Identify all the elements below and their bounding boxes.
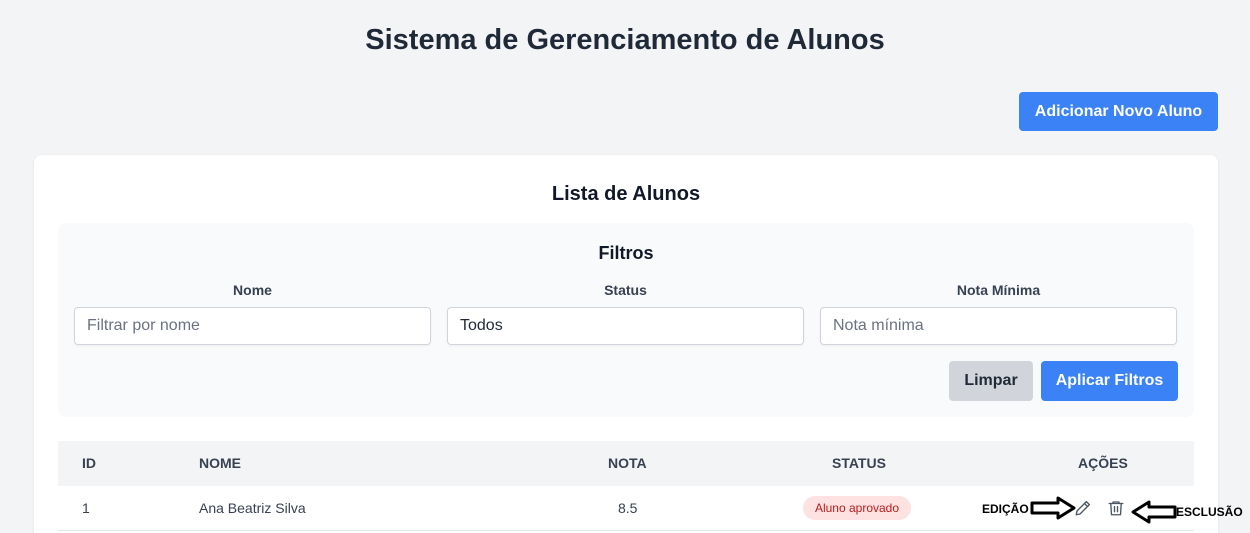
name-filter-label: Nome xyxy=(233,282,272,298)
column-header-id: ID xyxy=(82,455,96,471)
grade-filter-label: Nota Mínima xyxy=(956,282,1041,298)
cell-name: Ana Beatriz Silva xyxy=(199,500,306,516)
page-title: Sistema de Gerenciamento de Alunos xyxy=(365,24,885,56)
filters-title: Filtros xyxy=(598,243,654,263)
apply-filters-button[interactable]: Aplicar Filtros xyxy=(1041,361,1178,401)
trash-icon[interactable] xyxy=(1106,498,1126,518)
clear-filters-button[interactable]: Limpar xyxy=(949,361,1033,401)
add-student-button[interactable]: Adicionar Novo Aluno xyxy=(1019,92,1218,131)
arrow-left-icon xyxy=(1131,500,1177,529)
cell-grade: 8.5 xyxy=(618,500,638,516)
column-header-status: STATUS xyxy=(832,455,886,471)
list-title: Lista de Alunos xyxy=(551,183,701,205)
status-filter-label: Status xyxy=(604,282,647,298)
filters-panel: Filtros Nome Status Todos Nota Mínima Li… xyxy=(58,223,1194,417)
column-header-name: NOME xyxy=(199,455,241,471)
arrow-right-icon xyxy=(1030,496,1076,525)
column-header-grade: NOTA xyxy=(608,455,647,471)
table-row: 1 Ana Beatriz Silva 8.5 Aluno aprovado E… xyxy=(58,486,1243,531)
cell-id: 1 xyxy=(82,500,90,516)
column-header-actions: AÇÕES xyxy=(1078,455,1128,471)
min-grade-filter-input[interactable] xyxy=(820,307,1177,345)
student-list-card: Lista de Alunos Filtros Nome Status Todo… xyxy=(34,155,1243,533)
edit-icon[interactable] xyxy=(1073,498,1093,518)
delete-annotation-label: ESCLUSÃO xyxy=(1176,505,1243,519)
status-filter-value: Todos xyxy=(460,317,503,334)
edit-annotation-label: EDIÇÃO xyxy=(982,502,1029,516)
status-filter-select[interactable]: Todos xyxy=(447,307,804,345)
name-filter-input[interactable] xyxy=(74,307,431,345)
status-badge: Aluno aprovado xyxy=(803,496,911,520)
table-header: ID NOME NOTA STATUS AÇÕES xyxy=(58,441,1194,486)
